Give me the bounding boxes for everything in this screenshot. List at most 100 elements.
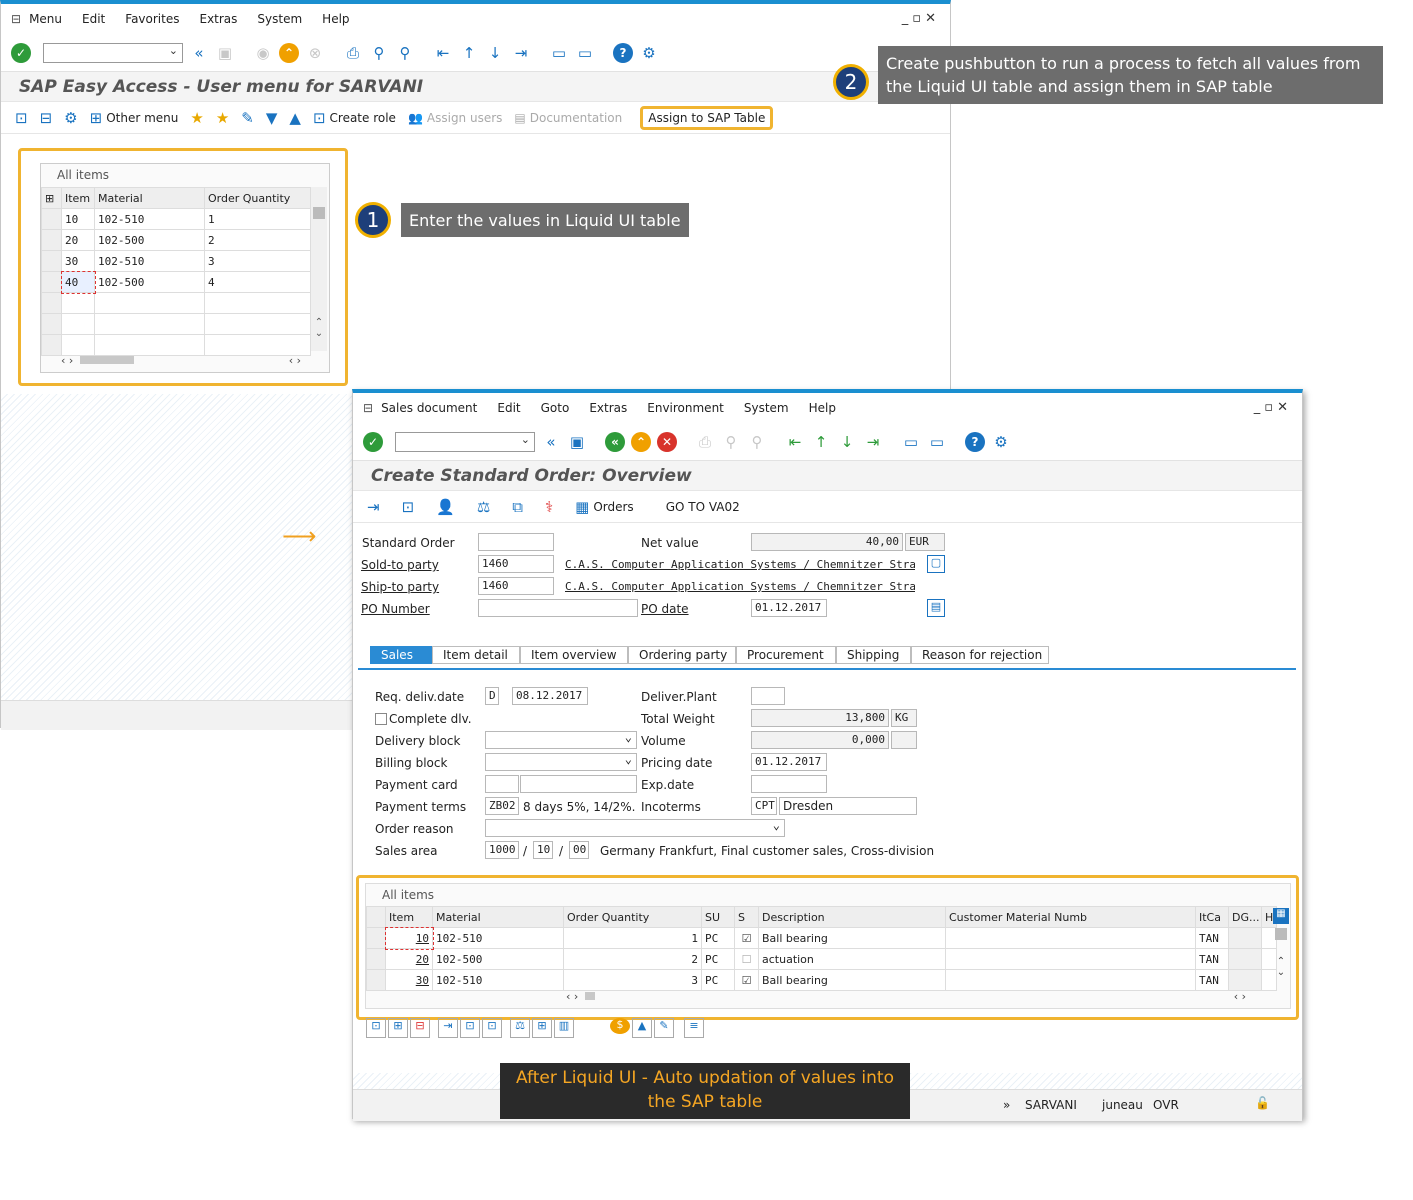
- display-doc-flow-icon[interactable]: ⇥: [367, 498, 380, 516]
- structure-icon[interactable]: ⊞: [532, 1018, 552, 1038]
- incoterms-input[interactable]: CPT: [751, 797, 777, 815]
- menu-help[interactable]: Help: [322, 12, 349, 26]
- balance-icon[interactable]: ⚖: [477, 498, 490, 516]
- po-number-input[interactable]: [478, 599, 638, 617]
- cell-su[interactable]: PC: [701, 969, 735, 991]
- po-attachment-icon[interactable]: ▤: [927, 599, 945, 617]
- payment-terms-input[interactable]: ZB02: [485, 797, 519, 815]
- cell-qty[interactable]: 2: [563, 948, 702, 970]
- tab-reason-for-rejection[interactable]: Reason for rejection: [911, 646, 1049, 664]
- documentation-button[interactable]: ▤ Documentation: [514, 111, 622, 125]
- last-page-icon[interactable]: ⇥: [511, 43, 531, 63]
- first-page-icon[interactable]: ⇤: [785, 432, 805, 452]
- command-field[interactable]: ⌄: [395, 431, 535, 452]
- menu-environment[interactable]: Environment: [647, 401, 724, 415]
- menu-icon[interactable]: ⊟: [363, 401, 373, 415]
- exit-icon[interactable]: ⌃: [279, 42, 299, 63]
- cell-item[interactable]: 30: [61, 250, 95, 272]
- columns-icon[interactable]: ▥: [554, 1018, 574, 1038]
- cell-qty[interactable]: 1: [563, 927, 702, 949]
- last-page-icon[interactable]: ⇥: [863, 432, 883, 452]
- sort-icon[interactable]: ⚖: [510, 1018, 530, 1038]
- cell-qty[interactable]: 2: [204, 229, 311, 251]
- delivery-block-select[interactable]: [485, 731, 637, 749]
- delete-item-icon[interactable]: ⚕: [545, 498, 553, 516]
- assign-users-button[interactable]: 👥 Assign users: [408, 111, 502, 125]
- row-selector-header[interactable]: [366, 906, 386, 928]
- sold-to-party-label[interactable]: Sold-to party: [361, 558, 439, 572]
- back-arrows-icon[interactable]: «: [541, 432, 561, 452]
- col-s[interactable]: S: [734, 906, 759, 928]
- cell-item[interactable]: 30: [385, 969, 433, 991]
- status-expand-icon[interactable]: »: [1003, 1098, 1010, 1112]
- cell-qty[interactable]: 3: [204, 250, 311, 272]
- orders-button[interactable]: ▦ Orders: [575, 498, 634, 516]
- payment-card-number-input[interactable]: [520, 775, 637, 793]
- ship-to-party-input[interactable]: 1460: [478, 577, 554, 595]
- cancel-icon[interactable]: ✕: [657, 431, 677, 452]
- copy-icon[interactable]: ⧉: [512, 498, 523, 516]
- ship-to-name[interactable]: C.A.S. Computer Application Systems / Ch…: [565, 580, 915, 593]
- col-order-quantity[interactable]: Order Quantity: [563, 906, 702, 928]
- menu-goto[interactable]: Goto: [541, 401, 570, 415]
- save-icon[interactable]: ▣: [215, 43, 235, 63]
- window-controls[interactable]: _▫✕: [902, 11, 940, 26]
- menu-icon[interactable]: ⊟: [11, 12, 21, 26]
- ship-to-party-label[interactable]: Ship-to party: [361, 580, 439, 594]
- print-icon[interactable]: ⎙: [343, 43, 363, 63]
- insert-row-icon[interactable]: ⊞: [388, 1018, 408, 1038]
- status-user[interactable]: SARVANI: [1025, 1098, 1077, 1112]
- cell-su[interactable]: PC: [701, 948, 735, 970]
- print-icon[interactable]: ⎙: [695, 432, 715, 452]
- assign-to-sap-table-button[interactable]: Assign to SAP Table: [640, 105, 774, 130]
- payment-card-type-input[interactable]: [485, 775, 519, 793]
- checkbox-checked-icon[interactable]: ☑: [734, 927, 759, 949]
- horizontal-scrollbar[interactable]: ‹ › ‹ ›: [566, 990, 1266, 1006]
- sold-to-name[interactable]: C.A.S. Computer Application Systems / Ch…: [565, 558, 915, 571]
- command-field[interactable]: ⌄: [43, 42, 183, 63]
- row-selector[interactable]: [366, 948, 386, 970]
- cell-su[interactable]: PC: [701, 927, 735, 949]
- tab-item-overview[interactable]: Item overview: [520, 646, 628, 664]
- cell-material[interactable]: 102-510: [432, 969, 564, 991]
- col-item[interactable]: Item: [61, 187, 95, 209]
- po-date-input[interactable]: 01.12.2017: [751, 599, 827, 617]
- menu-favorites[interactable]: Favorites: [125, 12, 179, 26]
- next-page-icon[interactable]: ↓: [837, 432, 857, 452]
- po-date-label[interactable]: PO date: [641, 602, 689, 616]
- window-controls[interactable]: _▫✕: [1254, 400, 1292, 415]
- find-next-icon[interactable]: ⚲: [395, 43, 415, 63]
- back-icon[interactable]: «: [605, 431, 625, 452]
- find-icon[interactable]: ⚲: [721, 432, 741, 452]
- status-mode[interactable]: OVR: [1153, 1098, 1179, 1112]
- deliver-plant-input[interactable]: [751, 687, 785, 705]
- complete-dlv-checkbox[interactable]: [375, 713, 387, 725]
- cell-itca[interactable]: TAN: [1195, 969, 1229, 991]
- menu-system[interactable]: System: [257, 12, 302, 26]
- header-details-icon[interactable]: ⊡: [402, 498, 415, 516]
- back-icon[interactable]: ◉: [253, 43, 273, 63]
- new-session-icon[interactable]: ▭: [549, 43, 569, 63]
- enter-icon[interactable]: ✓: [11, 42, 31, 63]
- exit-icon[interactable]: ⌃: [631, 431, 651, 452]
- enter-icon[interactable]: ✓: [363, 431, 383, 452]
- pricing-icon[interactable]: $: [610, 1018, 630, 1034]
- cell-material[interactable]: 102-500: [432, 948, 564, 970]
- edit-icon[interactable]: ✎: [654, 1018, 674, 1038]
- row-selector[interactable]: [41, 271, 62, 293]
- checkbox-unchecked-icon[interactable]: ☐: [734, 948, 759, 970]
- menu-edit[interactable]: Edit: [82, 12, 105, 26]
- table-settings-icon[interactable]: ⊞: [41, 187, 62, 209]
- row-selector[interactable]: [366, 927, 386, 949]
- tab-procurement[interactable]: Procurement: [736, 646, 836, 664]
- next-page-icon[interactable]: ↓: [485, 43, 505, 63]
- move-down-icon[interactable]: ▼: [266, 109, 278, 127]
- schedule-icon[interactable]: ▲: [632, 1018, 652, 1038]
- po-number-label[interactable]: PO Number: [361, 602, 430, 616]
- prev-page-icon[interactable]: ↑: [811, 432, 831, 452]
- cell-customer-material[interactable]: [945, 969, 1196, 991]
- col-material[interactable]: Material: [432, 906, 564, 928]
- col-itca[interactable]: ItCa: [1195, 906, 1229, 928]
- cell-itca[interactable]: TAN: [1195, 948, 1229, 970]
- select-block-icon[interactable]: ⊡: [482, 1018, 502, 1038]
